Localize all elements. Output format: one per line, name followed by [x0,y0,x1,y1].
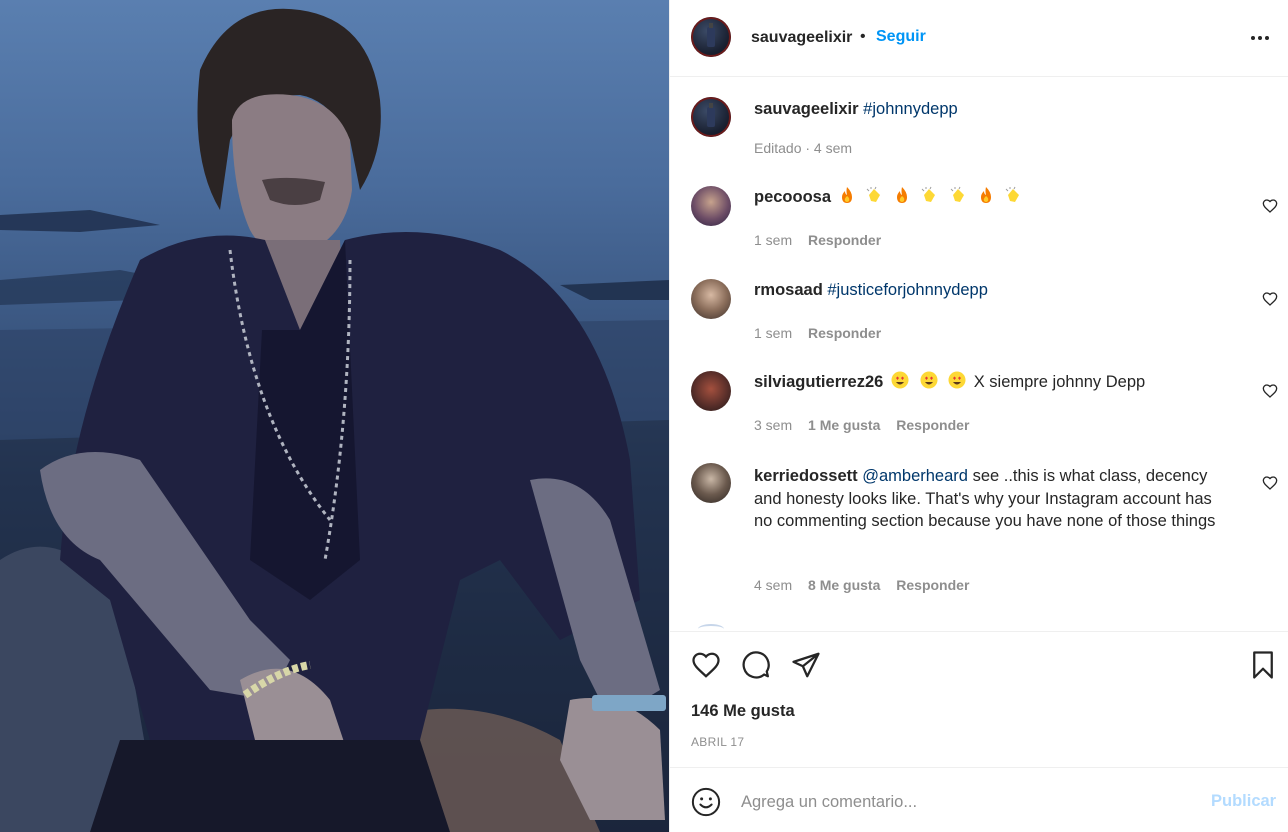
comment-text: kerriedossett @amberheard see ..this is … [754,465,1234,533]
bookmark-icon[interactable] [1248,650,1278,680]
separator-dot: • [860,28,866,45]
comment-time: 3 sem [754,417,793,433]
post-side-panel: sauvageelixir • Seguir sauvageelixir #jo… [669,0,1288,832]
comment-meta: 4 sem 8 Me gusta Responder [754,577,981,593]
comment-time: 4 sem [754,577,793,593]
comment-emojis [888,371,974,391]
comment-time: 1 sem [754,232,793,248]
heart-icon[interactable] [691,650,721,680]
comment-input[interactable] [741,788,1181,816]
comment-username[interactable]: rmosaad [754,281,823,299]
share-icon[interactable] [791,650,821,680]
post-date: ABRIL 17 [691,735,745,749]
comment-username[interactable]: pecooosa [754,188,831,206]
comment-composer: Publicar [670,767,1288,832]
reply-button[interactable]: Responder [896,417,969,433]
reply-button[interactable]: Responder [808,232,881,248]
caption-avatar[interactable] [691,97,731,137]
comment-like-heart-icon[interactable] [1262,198,1278,214]
comment-like-heart-icon[interactable] [1262,475,1278,491]
post-header: sauvageelixir • Seguir [670,0,1288,77]
comment-emojis [836,186,1026,206]
comment-time: 1 sem [754,325,793,341]
comment-likes[interactable]: 1 Me gusta [808,417,880,433]
comment-like-heart-icon[interactable] [1262,383,1278,399]
comment-text: rmosaad #justiceforjohnnydepp [754,279,1234,302]
fire-emoji [841,187,852,203]
commenter-avatar[interactable] [691,463,731,503]
comment-text: pecooosa [754,186,1234,209]
reply-button[interactable]: Responder [896,577,969,593]
comment-meta: 1 sem Responder [754,232,893,248]
comment-body: X siempre johnny Depp [973,373,1146,391]
comment-like-heart-icon[interactable] [1262,291,1278,307]
reply-button[interactable]: Responder [808,325,881,341]
clap-emoji [866,186,881,202]
heart-eyes-emoji [891,371,909,389]
next-comment-avatar-edge [698,624,724,631]
commenter-avatar[interactable] [691,371,731,411]
caption-meta: Editado · 4 sem [754,140,853,156]
caption-username[interactable]: sauvageelixir [754,100,859,118]
commenter-avatar[interactable] [691,279,731,319]
caption-hashtag[interactable]: #johnnydepp [863,100,958,118]
caption-text: sauvageelixir #johnnydepp [754,98,1234,121]
publish-button[interactable]: Publicar [1211,792,1276,811]
fire-emoji [896,187,907,203]
comments-list[interactable]: sauvageelixir #johnnydepp Editado · 4 se… [670,78,1288,631]
heart-eyes-emoji [920,371,938,389]
emoji-icon[interactable] [691,787,721,817]
post-photo[interactable] [0,0,669,832]
likes-count[interactable]: 146 Me gusta [691,702,795,721]
comment-likes[interactable]: 8 Me gusta [808,577,880,593]
comment-text: silviagutierrez26 X siempre johnny Depp [754,371,1234,394]
comment-meta: 1 sem Responder [754,325,893,341]
clap-emoji [950,186,964,202]
comment-username[interactable]: kerriedossett [754,467,858,485]
clap-emoji [922,186,936,202]
photo-illustration [0,8,669,832]
author-username[interactable]: sauvageelixir [751,29,852,47]
commenter-avatar[interactable] [691,186,731,226]
fire-emoji [980,187,991,203]
comment-username[interactable]: silviagutierrez26 [754,373,883,391]
comment-hashtag[interactable]: #justiceforjohnnydepp [827,281,988,299]
comment-icon[interactable] [741,650,771,680]
more-options-icon[interactable] [1248,26,1272,50]
follow-button[interactable]: Seguir [876,28,926,46]
clap-emoji [1005,186,1020,202]
post-actions: 146 Me gusta ABRIL 17 [670,631,1288,767]
heart-eyes-emoji [948,371,966,389]
comment-meta: 3 sem 1 Me gusta Responder [754,417,981,433]
author-avatar[interactable] [691,17,731,57]
comment-mention[interactable]: @amberheard [862,467,968,485]
